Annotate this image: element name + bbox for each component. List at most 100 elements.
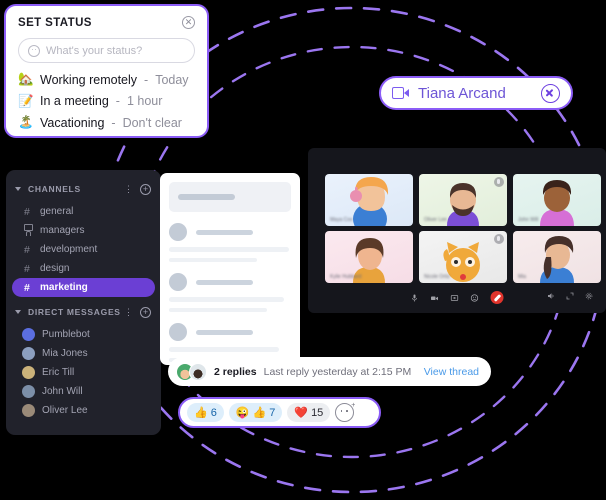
reaction-count: 7 (269, 406, 276, 419)
close-icon[interactable]: ✕ (182, 16, 195, 29)
video-tile[interactable]: Mia (513, 231, 601, 283)
status-input-placeholder: What's your status? (46, 44, 143, 57)
channels-sidebar: CHANNELS ⋮ + # general managers # develo… (6, 170, 161, 435)
status-input[interactable]: What's your status? (18, 38, 195, 63)
dm-label: Oliver Lee (42, 405, 88, 416)
reaction-count: 6 (210, 406, 217, 419)
sidebar-item-managers[interactable]: managers (6, 221, 161, 240)
emoji-smile-icon[interactable] (28, 44, 40, 57)
video-tile[interactable]: John Will (513, 174, 601, 226)
tile-name: John Will (518, 217, 539, 223)
sidebar-item-john-will[interactable]: John Will (6, 382, 161, 401)
island-icon: 🏝️ (18, 115, 34, 129)
thumbs-up-icon: 👍 (252, 407, 267, 419)
more-vertical-icon[interactable]: ⋮ (124, 185, 133, 194)
status-separator: - (144, 72, 149, 87)
screenshot-stage: Maya Cox Oliver Lee John Will Kylie Hubb… (0, 0, 606, 500)
avatar (189, 362, 207, 381)
end-call-button[interactable] (490, 291, 504, 304)
dm-label: Mia Jones (42, 348, 88, 359)
status-option-in-a-meeting[interactable]: 📝 In a meeting - 1 hour (18, 94, 195, 109)
volume-icon[interactable] (547, 292, 555, 300)
avatar (22, 347, 35, 360)
last-reply-time: Last reply yesterday at 2:15 PM (263, 365, 412, 378)
view-thread-link[interactable]: View thread (424, 366, 479, 378)
status-label: Working remotely (40, 72, 138, 87)
status-label: Vacationing (40, 115, 105, 130)
skeleton-name-bar (196, 279, 253, 285)
reaction-pill[interactable]: 😜 👍 7 (228, 403, 283, 422)
dm-label: Pumblebot (42, 329, 90, 340)
chevron-down-icon[interactable] (15, 187, 21, 191)
video-tile[interactable]: Kylie Hubbard (325, 231, 413, 283)
close-icon[interactable] (541, 83, 560, 103)
sidebar-item-marketing[interactable]: # marketing (12, 278, 155, 297)
hash-icon: # (24, 262, 30, 275)
sidebar-item-mia-jones[interactable]: Mia Jones (6, 344, 161, 363)
more-vertical-icon[interactable]: ⋮ (124, 308, 133, 317)
sidebar-item-design[interactable]: # design (6, 259, 161, 278)
sidebar-item-development[interactable]: # development (6, 240, 161, 259)
skeleton-avatar (169, 273, 187, 291)
settings-icon[interactable] (585, 292, 593, 300)
hash-icon: # (24, 281, 30, 294)
dm-section-title: DIRECT MESSAGES (28, 307, 121, 317)
hash-icon: # (24, 243, 30, 256)
channel-label: general (40, 206, 74, 217)
screen-share-icon[interactable] (450, 294, 459, 302)
skeleton-avatar (169, 323, 187, 341)
sidebar-item-eric-till[interactable]: Eric Till (6, 363, 161, 382)
status-duration: Today (155, 72, 189, 87)
skeleton-name-bar (196, 329, 253, 335)
status-option-vacationing[interactable]: 🏝️ Vacationing - Don't clear (18, 115, 195, 130)
channels-section-title: CHANNELS (28, 184, 81, 194)
video-call-panel: Maya Cox Oliver Lee John Will Kylie Hubb… (308, 148, 606, 313)
hash-icon: # (24, 205, 30, 218)
plus-circle-icon[interactable]: + (140, 306, 151, 318)
tile-name: Kylie Hubbard (330, 274, 362, 280)
skeleton-line (169, 347, 279, 352)
reaction-pill[interactable]: ❤️ 15 (287, 403, 331, 422)
plus-circle-icon[interactable]: + (140, 183, 151, 195)
thumbs-up-icon: 👍 (194, 407, 208, 419)
status-separator: - (115, 94, 120, 108)
video-camera-icon (392, 87, 409, 99)
set-status-popup: SET STATUS ✕ What's your status? 🏡 Worki… (4, 4, 209, 138)
sidebar-item-general[interactable]: # general (6, 202, 161, 221)
add-reaction-icon[interactable]: + (335, 402, 355, 422)
video-camera-icon[interactable] (431, 294, 439, 302)
skeleton-message (169, 273, 291, 312)
skeleton-title-bar (178, 194, 235, 200)
skeleton-line (169, 297, 284, 302)
popup-header: SET STATUS ✕ (18, 16, 195, 29)
video-tile[interactable]: Maya Cox (325, 174, 413, 226)
dm-section-header[interactable]: DIRECT MESSAGES ⋮ + (6, 303, 161, 321)
call-control-bar (308, 291, 606, 305)
status-option-working-remotely[interactable]: 🏡 Working remotely - Today (18, 72, 195, 87)
emoji-icon[interactable] (470, 293, 479, 302)
reaction-pill[interactable]: 👍 6 (187, 403, 224, 422)
participant-avatar (540, 236, 574, 283)
status-duration: 1 hour (126, 94, 163, 108)
video-tile[interactable]: Nicole Ortiz (419, 231, 507, 283)
avatar (22, 328, 35, 341)
microphone-icon[interactable] (411, 294, 419, 302)
channel-label: development (40, 244, 98, 255)
skeleton-line (169, 247, 289, 252)
video-tile-grid: Maya Cox Oliver Lee John Will Kylie Hubb… (325, 174, 601, 283)
heart-icon: ❤️ (294, 407, 309, 419)
skeleton-avatar (169, 223, 187, 241)
chevron-down-icon[interactable] (15, 310, 21, 314)
skeleton-header (169, 182, 291, 212)
skeleton-message (169, 223, 291, 262)
skeleton-name-bar (196, 229, 253, 235)
thread-replies-bar[interactable]: 2 replies Last reply yesterday at 2:15 P… (168, 357, 491, 386)
memo-icon: 📝 (18, 93, 34, 108)
channels-section-header[interactable]: CHANNELS ⋮ + (6, 180, 161, 198)
thread-avatars (176, 362, 207, 381)
sidebar-item-pumblebot[interactable]: Pumblebot (6, 325, 161, 344)
sidebar-item-oliver-lee[interactable]: Oliver Lee (6, 401, 161, 420)
page-title: SET STATUS (18, 16, 92, 29)
expand-icon[interactable] (566, 292, 574, 300)
video-tile[interactable]: Oliver Lee (419, 174, 507, 226)
